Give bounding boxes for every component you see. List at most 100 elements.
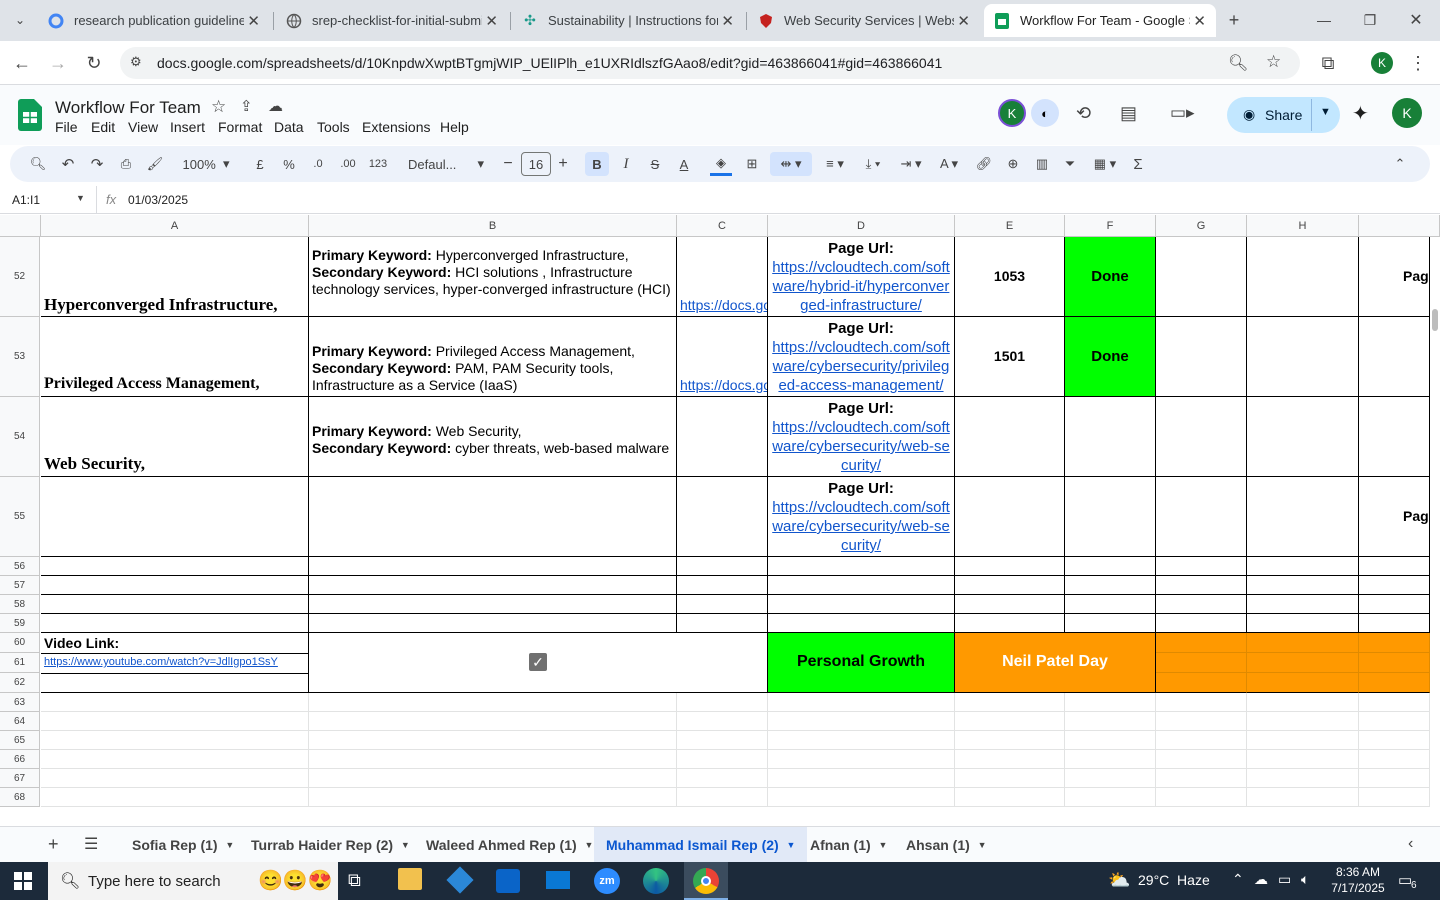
text-color-icon[interactable]: A [674, 152, 694, 176]
empty-cell[interactable] [1247, 731, 1359, 750]
empty-cell[interactable] [1156, 712, 1247, 731]
menu-insert[interactable]: Insert [170, 119, 205, 135]
empty-cell[interactable] [1247, 237, 1359, 317]
empty-cell[interactable] [1065, 614, 1156, 633]
orange-fill-cell[interactable] [1156, 673, 1247, 693]
empty-cell[interactable] [41, 788, 309, 807]
text-rotation-icon[interactable]: A ▾ [932, 152, 966, 176]
menu-edit[interactable]: Edit [91, 119, 115, 135]
empty-cell[interactable] [677, 712, 768, 731]
empty-cell[interactable] [677, 477, 768, 557]
app-icon[interactable] [446, 866, 474, 894]
empty-cell[interactable] [1359, 397, 1430, 477]
browser-tab-2[interactable]: srep-checklist-for-initial-submi ✕ [276, 4, 508, 37]
empty-cell[interactable] [1359, 750, 1430, 769]
empty-cell[interactable] [309, 576, 677, 595]
empty-cell[interactable] [1156, 576, 1247, 595]
empty-cell[interactable] [1247, 693, 1359, 712]
column-header-e[interactable]: E [955, 215, 1065, 237]
row-header[interactable]: 65 [0, 731, 40, 750]
empty-cell[interactable] [1065, 712, 1156, 731]
functions-icon[interactable]: Σ [1128, 152, 1148, 176]
page-url-cell[interactable]: Page Url: https://vcloudtech.com/softwar… [768, 317, 955, 397]
address-bar[interactable]: ⚙ docs.google.com/spreadsheets/d/10Knpdw… [120, 47, 1300, 79]
empty-cell[interactable] [677, 614, 768, 633]
empty-cell[interactable] [41, 769, 309, 788]
doc-link-cell[interactable]: https://docs.goo [677, 317, 768, 397]
undo-icon[interactable]: ↶ [58, 152, 78, 176]
row-header[interactable]: 56 [0, 557, 40, 576]
menu-data[interactable]: Data [274, 119, 304, 135]
empty-cell[interactable] [41, 614, 309, 633]
empty-cell[interactable] [1156, 769, 1247, 788]
font-size-input[interactable]: 16 [521, 152, 551, 176]
orange-fill-cell[interactable] [1156, 633, 1247, 653]
site-info-icon[interactable]: ⚙ [130, 54, 142, 70]
empty-cell[interactable] [677, 788, 768, 807]
browser-tab-1[interactable]: research publication guidelines ✕ [38, 4, 270, 37]
windows-start-icon[interactable] [14, 872, 32, 895]
bold-icon[interactable]: B [585, 152, 609, 176]
empty-cell[interactable] [768, 693, 955, 712]
empty-cell[interactable] [677, 750, 768, 769]
empty-cell[interactable] [1359, 557, 1430, 576]
empty-cell[interactable] [1359, 576, 1430, 595]
orange-fill-cell[interactable] [1359, 633, 1430, 653]
empty-cell[interactable] [41, 750, 309, 769]
network-icon[interactable]: ▭ [1278, 871, 1291, 888]
name-box[interactable]: A1:I1 [12, 193, 40, 207]
zoom-icon[interactable]: 🔍︎ [1228, 53, 1248, 73]
browser-tab-5[interactable]: Workflow For Team - Google Sh ✕ [984, 4, 1216, 37]
page-url-link[interactable]: https://vcloudtech.com/software/cybersec… [770, 338, 952, 395]
weather-text[interactable]: 29°C Haze [1138, 872, 1210, 888]
insert-link-icon[interactable]: 🔗︎ [974, 152, 994, 176]
empty-cell[interactable] [768, 595, 955, 614]
checkbox-checked-icon[interactable]: ✓ [529, 653, 547, 671]
row-header[interactable]: 60 [0, 633, 40, 653]
empty-cell[interactable] [955, 788, 1065, 807]
empty-cell[interactable] [1359, 595, 1430, 614]
empty-cell[interactable] [768, 614, 955, 633]
weather-icon[interactable]: ⛅ [1108, 870, 1130, 891]
empty-cell[interactable] [1247, 712, 1359, 731]
new-tab-icon[interactable]: + [1222, 8, 1246, 32]
empty-cell[interactable] [955, 477, 1065, 557]
orange-fill-cell[interactable] [1247, 673, 1359, 693]
row-header[interactable]: 67 [0, 769, 40, 788]
browser-tab-3[interactable]: ✣ Sustainability | Instructions for ✕ [512, 4, 744, 37]
empty-cell[interactable] [768, 557, 955, 576]
vertical-scrollbar[interactable] [1430, 237, 1440, 815]
empty-cell[interactable] [955, 693, 1065, 712]
bookmark-star-icon[interactable]: ☆ [1266, 52, 1281, 72]
column-header-d[interactable]: D [768, 215, 955, 237]
empty-cell[interactable] [1359, 317, 1430, 397]
empty-cell[interactable] [1359, 769, 1430, 788]
zoom-app-icon[interactable]: zm [594, 868, 620, 894]
empty-cell[interactable] [1065, 477, 1156, 557]
column-header-a[interactable]: A [41, 215, 309, 237]
topic-cell[interactable]: Privileged Access Management, [41, 317, 309, 397]
anonymous-avatar-icon[interactable]: ◐ [1031, 99, 1059, 127]
more-formats-button[interactable]: 123 [366, 152, 390, 176]
row-header[interactable]: 53 [0, 317, 40, 397]
account-avatar[interactable]: K [1392, 98, 1422, 128]
empty-cell[interactable] [1359, 693, 1430, 712]
page-url-link[interactable]: https://vcloudtech.com/software/cybersec… [770, 498, 952, 555]
borders-icon[interactable]: ⊞ [742, 152, 762, 176]
status-cell[interactable]: Done [1065, 317, 1156, 397]
empty-cell[interactable] [309, 477, 677, 557]
empty-cell[interactable] [955, 750, 1065, 769]
video-link-label[interactable]: Video Link: [41, 633, 309, 654]
empty-cell[interactable] [309, 731, 677, 750]
checkbox-cell[interactable]: ✓ [309, 633, 768, 693]
empty-cell[interactable] [1156, 750, 1247, 769]
column-header-i[interactable] [1359, 215, 1440, 237]
empty-cell[interactable] [677, 557, 768, 576]
video-link[interactable]: https://www.youtube.com/watch?v=JdlIgpo1… [44, 656, 278, 668]
sheet-tab[interactable]: Turrab Haider Rep (2) ▼ [239, 827, 422, 863]
paint-format-icon[interactable]: 🖌︎ [145, 152, 165, 176]
vertical-scroll-thumb[interactable] [1432, 309, 1438, 331]
empty-cell[interactable] [768, 769, 955, 788]
chevron-down-icon[interactable]: ▼ [878, 840, 887, 850]
row-header[interactable]: 55 [0, 477, 40, 557]
